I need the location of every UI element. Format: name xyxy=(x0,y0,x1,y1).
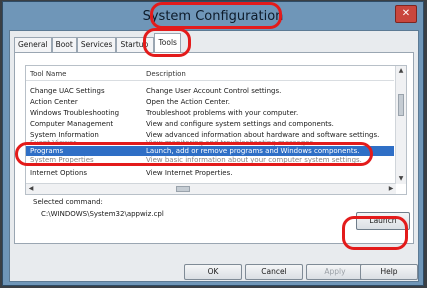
tool-description: Troubleshoot problems with your computer… xyxy=(146,109,299,117)
tab-tools[interactable]: Tools xyxy=(154,33,181,52)
list-header: Tool Name Description xyxy=(26,66,394,81)
scroll-up-icon[interactable]: ▲ xyxy=(396,66,406,76)
window-title: System Configuration xyxy=(142,9,284,24)
ok-button[interactable]: OK xyxy=(184,264,242,280)
vertical-scrollbar[interactable]: ▲ ▼ xyxy=(395,66,406,184)
list-item-selected[interactable]: Programs Launch, add or remove programs … xyxy=(26,146,394,156)
tab-boot[interactable]: Boot xyxy=(51,37,77,52)
tab-startup[interactable]: Startup xyxy=(116,37,155,52)
scroll-down-icon[interactable]: ▼ xyxy=(396,174,406,184)
dialog-client-area: General Boot Services Startup Tools Tool… xyxy=(9,30,419,282)
tool-description: Change User Account Control settings. xyxy=(146,87,282,95)
list-item[interactable]: Change UAC Settings Change User Account … xyxy=(26,86,394,96)
scroll-right-icon[interactable]: ▶ xyxy=(386,184,396,194)
tool-name: Change UAC Settings xyxy=(30,87,105,95)
title-bar: System Configuration ✕ xyxy=(3,2,423,32)
tool-name: Windows Troubleshooting xyxy=(30,109,120,117)
tool-description: View and configure system settings and c… xyxy=(146,120,334,128)
column-header-description[interactable]: Description xyxy=(146,70,186,78)
close-icon[interactable]: ✕ xyxy=(395,5,417,23)
apply-button: Apply xyxy=(306,264,364,280)
tool-description: View Internet Properties. xyxy=(146,169,233,177)
list-item[interactable]: Internet Options View Internet Propertie… xyxy=(26,168,394,178)
vertical-scroll-thumb[interactable] xyxy=(398,94,404,116)
tools-panel: Tool Name Description Change UAC Setting… xyxy=(14,52,414,244)
horizontal-scrollbar[interactable]: ◀ ▶ xyxy=(26,183,396,194)
tab-general[interactable]: General xyxy=(14,37,52,52)
tool-name: Action Center xyxy=(30,98,78,106)
selected-command-label: Selected command: xyxy=(33,198,103,206)
system-configuration-window: System Configuration ✕ General Boot Serv… xyxy=(2,1,424,286)
tool-description: Open the Action Center. xyxy=(146,98,230,106)
tool-name: Internet Options xyxy=(30,169,88,177)
tool-description: Launch, add or remove programs and Windo… xyxy=(146,147,360,155)
tool-name: System Properties xyxy=(30,156,94,164)
tool-name: Programs xyxy=(30,147,64,155)
list-item[interactable]: System Properties View basic information… xyxy=(26,157,394,164)
launch-button[interactable]: Launch xyxy=(356,212,410,230)
cancel-button[interactable]: Cancel xyxy=(245,264,303,280)
selected-command-value: C:\WINDOWS\System32\appwiz.cpl xyxy=(41,210,164,218)
tool-name: Computer Management xyxy=(30,120,114,128)
list-item[interactable]: Windows Troubleshooting Troubleshoot pro… xyxy=(26,108,394,118)
horizontal-scroll-thumb[interactable] xyxy=(176,186,190,192)
list-item[interactable]: Action Center Open the Action Center. xyxy=(26,97,394,107)
tab-strip: General Boot Services Startup Tools xyxy=(14,33,181,52)
column-header-tool-name[interactable]: Tool Name xyxy=(30,70,66,78)
list-item[interactable]: Computer Management View and configure s… xyxy=(26,119,394,129)
help-button[interactable]: Help xyxy=(360,264,418,280)
tab-services[interactable]: Services xyxy=(76,37,117,52)
scroll-left-icon[interactable]: ◀ xyxy=(26,184,36,194)
tools-list: Tool Name Description Change UAC Setting… xyxy=(25,65,407,195)
tool-description: View basic information about your comput… xyxy=(146,156,362,164)
